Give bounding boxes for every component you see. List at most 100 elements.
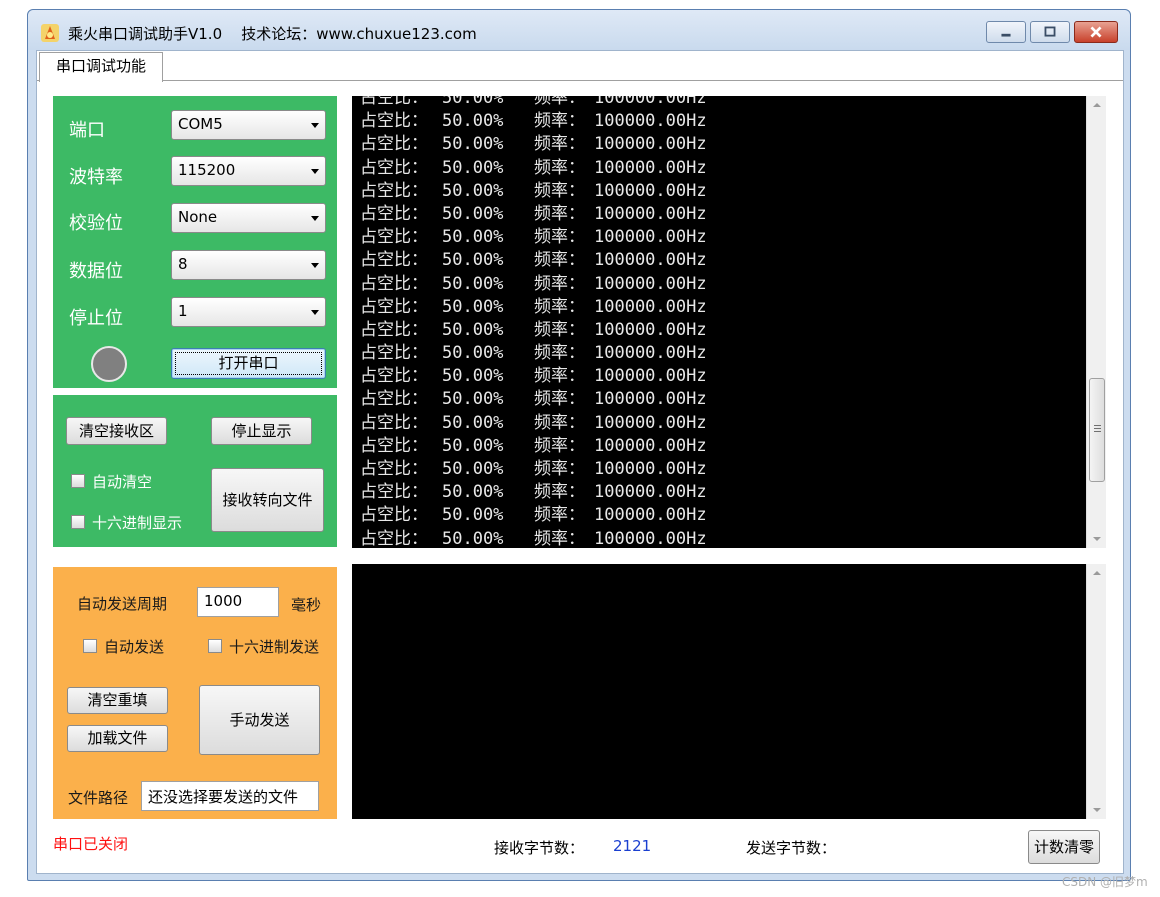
hex-display-label: 十六进制显示 [92,514,183,532]
reset-count-button[interactable]: 计数清零 [1028,830,1100,864]
receive-line-b: 50.00% [442,528,504,548]
scroll-up-arrow-icon [1093,571,1101,575]
receive-line-a: 占空比： [360,273,428,294]
receive-line: 占空比： 50.00% 频率： 100000.00Hz [360,365,707,388]
receive-line-b: 50.00% [442,250,504,271]
receive-line-b: 50.00% [442,366,504,387]
receive-line: 占空比： 50.00% 频率： 100000.00Hz [360,273,707,296]
open-port-button[interactable]: 打开串口 [171,348,326,379]
grip-line [1094,425,1101,426]
receive-line-a: 占空比： [360,111,428,132]
receive-line-d: 100000.00Hz [594,435,707,456]
minimize-icon [1001,33,1011,37]
send-controls-panel: 自动发送周期 1000 毫秒 自动发送 十六进制发送 清空重填 加载文件 手动发… [53,567,337,819]
receive-line: 占空比： 50.00% 频率： 100000.00Hz [360,528,707,548]
send-scrollbar[interactable] [1086,564,1106,819]
receive-line-c: 频率： [534,389,585,410]
close-button[interactable] [1074,21,1118,43]
receive-line-c: 频率： [534,180,585,201]
receive-line-a: 占空比： [360,296,428,317]
receive-text: 占空比： 50.00% 频率： 100000.00Hz 占空比： 50.00% 频率： 100… [360,96,707,548]
receive-line-d: 100000.00Hz [594,389,707,410]
manual-send-button[interactable]: 手动发送 [199,685,320,755]
stopbits-select[interactable]: 1 [171,297,326,327]
receive-line-c: 频率： [534,250,585,271]
scroll-up-arrow-icon [1093,103,1101,107]
port-state-text: 串口已关闭 [53,835,129,853]
close-icon [1090,26,1102,38]
receive-line: 占空比： 50.00% 频率： 100000.00Hz [360,226,707,249]
receive-line-b: 50.00% [442,273,504,294]
receive-line-c: 频率： [534,296,585,317]
load-file-button[interactable]: 加载文件 [67,725,168,752]
receive-line-d: 100000.00Hz [594,412,707,433]
send-period-label: 自动发送周期 [77,595,168,613]
receive-line-b: 50.00% [442,134,504,155]
baud-select-value: 115200 [178,161,236,179]
receive-line-d: 100000.00Hz [594,203,707,224]
receive-line-d: 100000.00Hz [594,134,707,155]
receive-line: 占空比： 50.00% 频率： 100000.00Hz [360,96,707,110]
stop-display-button[interactable]: 停止显示 [211,417,312,445]
auto-clear-label: 自动清空 [92,473,153,491]
receive-line: 占空比： 50.00% 频率： 100000.00Hz [360,296,707,319]
minimize-button[interactable] [986,21,1026,43]
maximize-button[interactable] [1030,21,1070,43]
clear-receive-button[interactable]: 清空接收区 [66,417,167,445]
receive-line-d: 100000.00Hz [594,180,707,201]
dropdown-arrow-icon [311,123,319,128]
receive-line-c: 频率： [534,273,585,294]
receive-line-a: 占空比： [360,134,428,155]
receive-line-c: 频率： [534,366,585,387]
receive-line-b: 50.00% [442,96,504,108]
baud-select[interactable]: 115200 [171,156,326,186]
hex-send-checkbox[interactable] [208,639,222,653]
databits-select[interactable]: 8 [171,250,326,280]
receive-line-b: 50.00% [442,157,504,178]
title-bar[interactable]: 乘火串口调试助手V1.0 技术论坛：www.chuxue123.com [28,10,1130,50]
receive-line-c: 频率： [534,157,585,178]
receive-line-c: 频率： [534,227,585,248]
receive-line-d: 100000.00Hz [594,111,707,132]
scrollbar-thumb[interactable] [1089,378,1105,482]
receive-line-a: 占空比： [360,412,428,433]
receive-line-b: 50.00% [442,319,504,340]
focus-rectangle [175,352,322,375]
hex-display-checkbox[interactable] [71,515,85,529]
receive-line-a: 占空比： [360,528,428,548]
rx-count-value: 2121 [613,837,652,855]
port-status-led [91,346,127,382]
receive-line-b: 50.00% [442,459,504,479]
receive-to-file-button[interactable]: 接收转向文件 [211,468,324,532]
receive-line-d: 100000.00Hz [594,366,707,387]
receive-line-b: 50.00% [442,343,504,364]
port-select[interactable]: COM5 [171,110,326,140]
send-period-input[interactable]: 1000 [197,587,279,617]
stopbits-select-value: 1 [178,302,188,320]
clear-send-button[interactable]: 清空重填 [67,687,168,714]
auto-clear-checkbox[interactable] [71,474,85,488]
send-area[interactable] [352,564,1086,819]
receive-line-c: 频率： [534,528,585,548]
port-select-value: COM5 [178,115,223,133]
file-path-field[interactable]: 还没选择要发送的文件 [141,781,319,811]
databits-label: 数据位 [69,261,123,282]
receive-line-d: 100000.00Hz [594,157,707,178]
dropdown-arrow-icon [311,216,319,221]
receive-line-d: 100000.00Hz [594,319,707,340]
receive-line-d: 100000.00Hz [594,459,707,479]
receive-area[interactable]: 占空比： 50.00% 频率： 100000.00Hz 占空比： 50.00% 频率： 100… [352,96,1086,548]
receive-line-c: 频率： [534,412,585,433]
receive-line-c: 频率： [534,343,585,364]
auto-send-checkbox[interactable] [83,639,97,653]
tab-serial-debug[interactable]: 串口调试功能 [39,52,163,82]
receive-scrollbar[interactable] [1086,96,1106,548]
receive-line-a: 占空比： [360,343,428,364]
receive-line: 占空比： 50.00% 频率： 100000.00Hz [360,412,707,435]
parity-select-value: None [178,208,218,226]
receive-line-c: 频率： [534,482,585,503]
scroll-down-arrow-icon [1093,537,1101,541]
receive-line: 占空比： 50.00% 频率： 100000.00Hz [360,481,707,504]
parity-select[interactable]: None [171,203,326,233]
receive-line: 占空比： 50.00% 频率： 100000.00Hz [360,504,707,527]
